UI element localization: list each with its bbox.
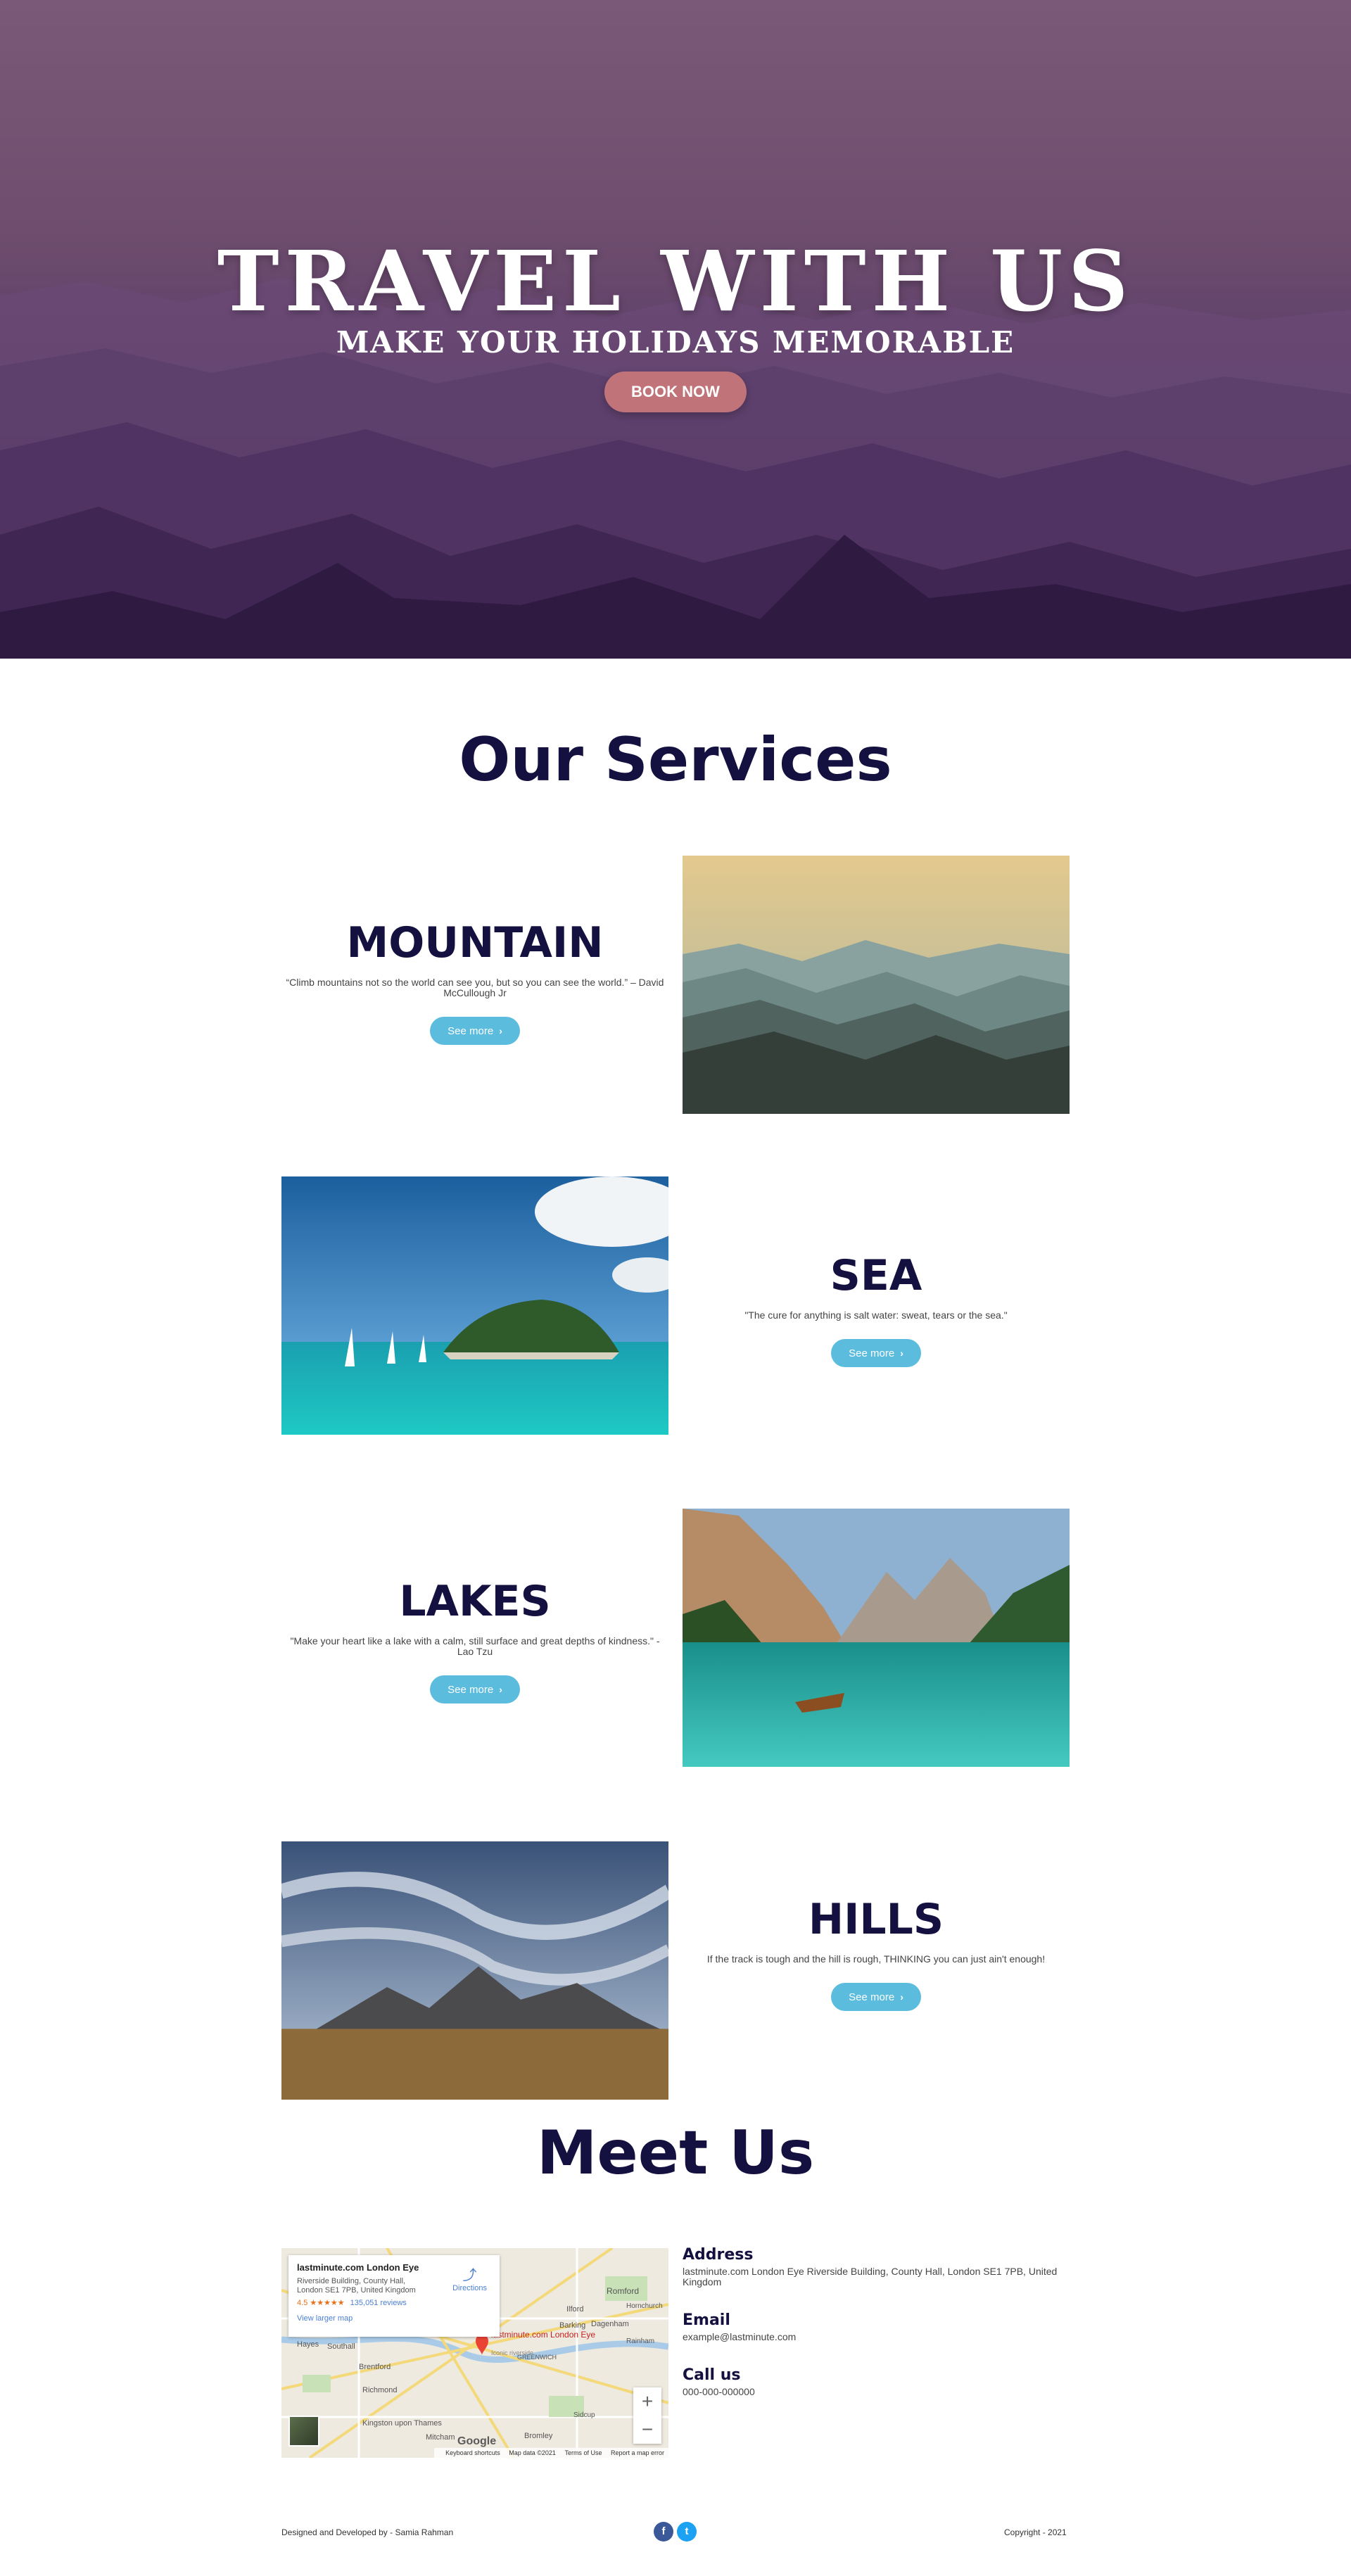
contact-info: Address lastminute.com London Eye Rivers… [683,2246,1077,2397]
hills-image [281,1841,668,2100]
email-heading: Email [683,2311,730,2329]
map-data-text: Map data ©2021 [509,2449,556,2456]
keyboard-shortcuts-link[interactable]: Keyboard shortcuts [445,2449,500,2456]
service-quote: "Make your heart like a lake with a calm… [290,1635,660,1657]
service-sea: SEA "The cure for anything is salt water… [683,1251,1070,1367]
map-label-brentford: Brentford [359,2363,391,2371]
chevron-right-icon: › [499,1684,502,1695]
map-pin-sublabel: Iconic riverside [491,2349,533,2356]
sea-image [281,1176,668,1435]
see-more-label: See more [849,1991,895,2003]
service-heading: HILLS [808,1895,944,1944]
address-heading: Address [683,2246,754,2264]
see-more-button[interactable]: See more › [831,1339,921,1367]
service-lakes: LAKES "Make your heart like a lake with … [281,1577,668,1703]
facebook-icon[interactable]: f [654,2522,673,2542]
service-quote: "The cure for anything is salt water: sw… [744,1309,1008,1321]
address-text: lastminute.com London Eye Riverside Buil… [683,2266,1058,2288]
services-title: Our Services [459,725,892,795]
footer-copyright: Copyright - 2021 [1004,2527,1067,2537]
map-label-hornchurch: Hornchurch [626,2302,663,2310]
book-now-button[interactable]: BOOK NOW [604,372,747,412]
map-rating-stars: 4.5 ★★★★★ [297,2299,345,2307]
report-map-error-link[interactable]: Report a map error [611,2449,664,2456]
see-more-button[interactable]: See more › [831,1983,921,2011]
map-place-rating: 4.5 ★★★★★ 135,051 reviews [297,2298,491,2307]
see-more-button[interactable]: See more › [430,1017,520,1045]
view-larger-map-link[interactable]: View larger map [297,2314,491,2323]
directions-icon: ⤴ [462,2268,477,2283]
map-label-bromley: Bromley [524,2432,553,2440]
hero-section: TRAVEL WITH US MAKE YOUR HOLIDAYS MEMORA… [0,0,1351,659]
hero-title: TRAVEL WITH US [217,232,1134,330]
email-text: example@lastminute.com [683,2331,797,2342]
map-reviews-link[interactable]: 135,051 reviews [350,2299,407,2307]
see-more-label: See more [448,1025,494,1037]
chevron-right-icon: › [900,1347,903,1359]
service-heading: MOUNTAIN [346,918,604,967]
map-label-rainham: Rainham [626,2337,654,2345]
chevron-right-icon: › [499,1025,502,1036]
map-label-hayes: Hayes [297,2340,319,2349]
map-place-address: Riverside Building, County Hall, London … [297,2277,416,2295]
footer-credit: Designed and Developed by - Samia Rahman [281,2527,454,2537]
map-place-card: lastminute.com London Eye Riverside Buil… [288,2255,500,2337]
embedded-map[interactable]: Romford Ilford Barking Dagenham Hornchur… [281,2248,668,2458]
see-more-button[interactable]: See more › [430,1675,520,1703]
phone-heading: Call us [683,2366,741,2384]
see-more-label: See more [448,1684,494,1696]
zoom-out-button[interactable]: − [633,2416,661,2444]
map-zoom-controls: + − [633,2387,661,2444]
google-logo: Google [457,2435,497,2447]
service-mountain: MOUNTAIN “Climb mountains not so the wor… [281,918,668,1045]
map-label-richmond: Richmond [362,2386,398,2394]
map-label-kingston: Kingston upon Thames [362,2419,442,2428]
service-hills: HILLS If the track is tough and the hill… [683,1895,1070,2011]
map-label-mitcham: Mitcham [426,2433,455,2442]
phone-text: 000-000-000000 [683,2386,755,2397]
map-label-dagenham: Dagenham [591,2320,629,2328]
map-label-ilford: Ilford [566,2305,583,2314]
lake-image [683,1509,1070,1767]
map-pin-label: lastminute.com London Eye [491,2330,595,2340]
mountain-image [683,856,1070,1114]
service-heading: LAKES [399,1577,551,1626]
zoom-in-button[interactable]: + [633,2387,661,2416]
service-heading: SEA [830,1251,922,1300]
service-quote: “Climb mountains not so the world can se… [286,977,664,998]
hero-subtitle: MAKE YOUR HOLIDAYS MEMORABLE [336,325,1015,360]
map-label-romford: Romford [607,2286,639,2296]
see-more-label: See more [849,1347,895,1359]
map-label-barking: Barking [559,2321,585,2330]
directions-label: Directions [452,2284,487,2292]
service-quote: If the track is tough and the hill is ro… [706,1953,1046,1965]
map-label-southall: Southall [327,2342,355,2351]
terms-of-use-link[interactable]: Terms of Use [564,2449,602,2456]
map-footer: Keyboard shortcuts Map data ©2021 Terms … [434,2448,668,2458]
map-label-sidcup: Sidcup [573,2411,595,2419]
directions-button[interactable]: ⤴ Directions [452,2264,487,2292]
twitter-icon[interactable]: t [677,2522,697,2542]
satellite-toggle-button[interactable] [288,2416,319,2447]
chevron-right-icon: › [900,1991,903,2003]
meet-us-title: Meet Us [536,2118,815,2188]
